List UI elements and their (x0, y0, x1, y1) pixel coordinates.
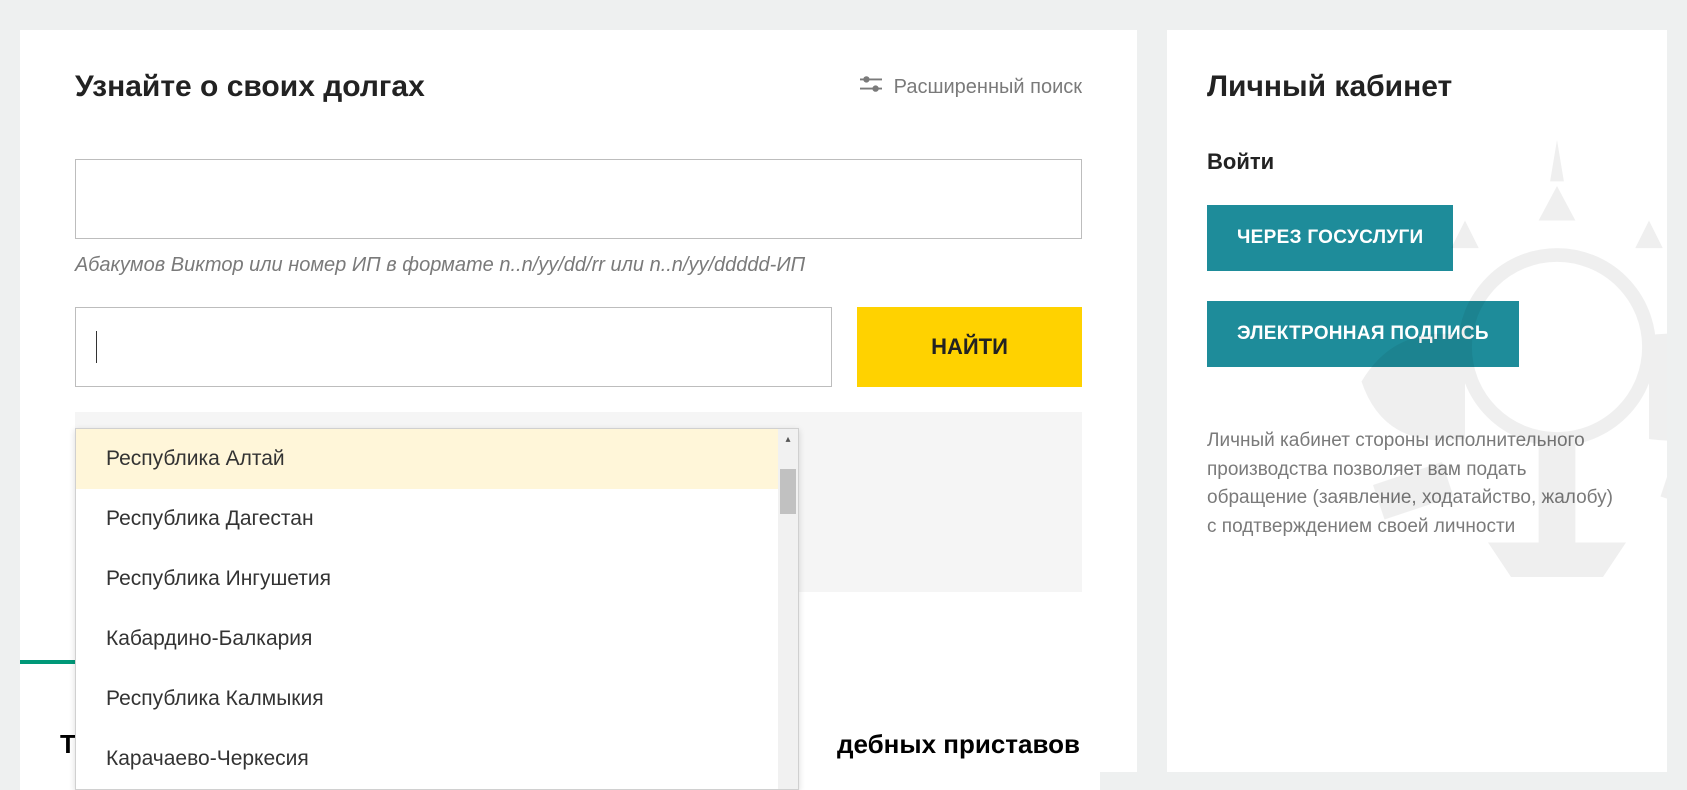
scroll-thumb[interactable] (780, 469, 796, 514)
sliders-icon (860, 75, 882, 99)
tab-text-fragment-right: дебных приставов (837, 729, 1080, 760)
search-header: Узнайте о своих долгах Расширенный поиск (75, 70, 1082, 104)
find-button[interactable]: НАЙТИ (857, 307, 1082, 387)
esignature-button[interactable]: ЭЛЕКТРОННАЯ ПОДПИСЬ (1207, 301, 1519, 367)
search-title: Узнайте о своих долгах (75, 70, 425, 104)
gosuslugi-button[interactable]: ЧЕРЕЗ ГОСУСЛУГИ (1207, 205, 1453, 271)
cabinet-title: Личный кабинет (1207, 70, 1627, 104)
input-hint: Абакумов Виктор или номер ИП в формате n… (75, 254, 1082, 277)
advanced-search-label: Расширенный поиск (894, 76, 1082, 99)
region-dropdown: Республика Алтай Республика Дагестан Рес… (75, 428, 799, 790)
search-row: НАЙТИ (75, 307, 1082, 387)
tab-text-fragment-left: Т (60, 729, 76, 760)
dropdown-item[interactable]: Кабардино-Балкария (76, 609, 778, 669)
advanced-search-link[interactable]: Расширенный поиск (860, 75, 1082, 99)
dropdown-scrollbar[interactable]: ▴ (778, 429, 798, 789)
dropdown-item[interactable]: Республика Ингушетия (76, 549, 778, 609)
dropdown-item[interactable]: Республика Дагестан (76, 489, 778, 549)
name-input[interactable] (75, 159, 1082, 239)
dropdown-item[interactable]: Карачаево-Черкесия (76, 729, 778, 789)
personal-cabinet-card: Личный кабинет Войти ЧЕРЕЗ ГОСУСЛУГИ ЭЛЕ… (1167, 30, 1667, 772)
cabinet-info: Личный кабинет стороны исполнительного п… (1207, 427, 1627, 541)
region-input[interactable] (75, 307, 832, 387)
login-label: Войти (1207, 149, 1627, 175)
dropdown-list: Республика Алтай Республика Дагестан Рес… (76, 429, 778, 789)
dropdown-item[interactable]: Республика Алтай (76, 429, 778, 489)
dropdown-item[interactable]: Республика Калмыкия (76, 669, 778, 729)
scroll-up-arrow[interactable]: ▴ (778, 429, 798, 449)
